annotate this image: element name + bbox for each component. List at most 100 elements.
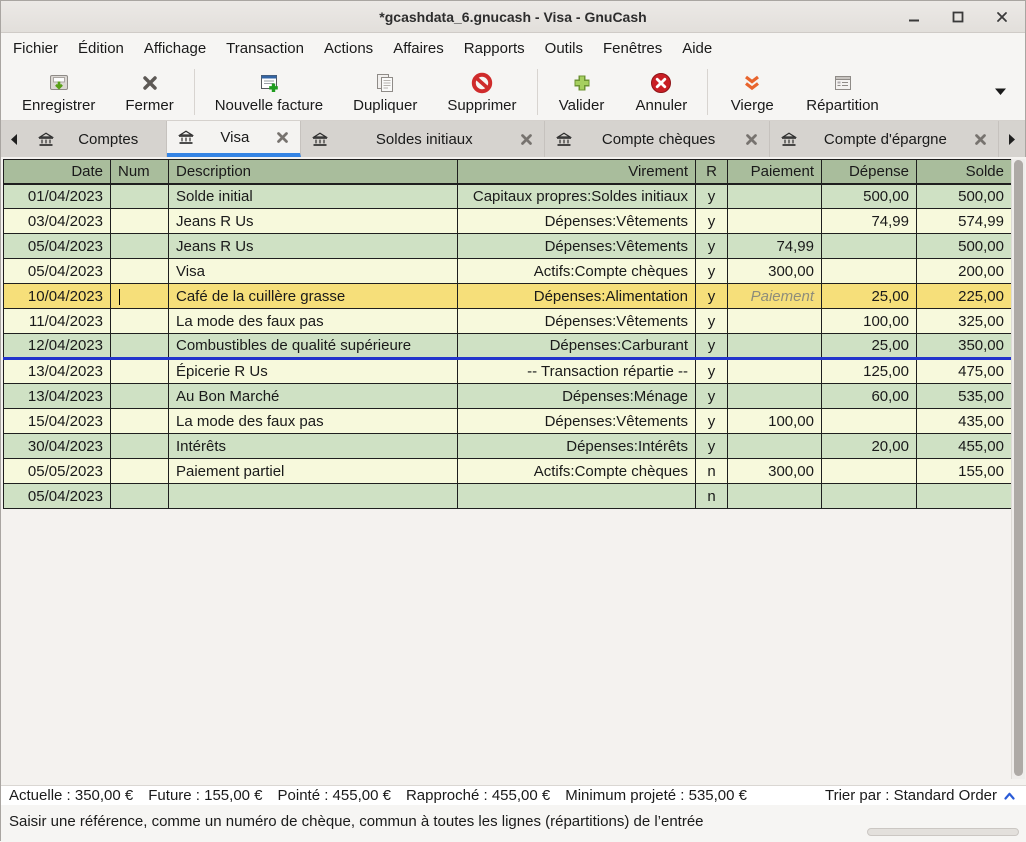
vierge-button[interactable]: Vierge xyxy=(713,67,791,117)
cell-payment[interactable] xyxy=(728,334,822,359)
transaction-row[interactable]: 05/04/2023 n xyxy=(4,484,1012,509)
cell-expense[interactable] xyxy=(822,259,917,284)
cell-date[interactable]: 13/04/2023 xyxy=(4,384,111,409)
tab-visa[interactable]: Visa xyxy=(167,121,302,157)
cell-r[interactable]: y xyxy=(696,284,728,309)
cell-expense[interactable]: 125,00 xyxy=(822,359,917,384)
transaction-row[interactable]: 15/04/2023La mode des faux pasDépenses:V… xyxy=(4,409,1012,434)
cell-expense[interactable] xyxy=(822,484,917,509)
vertical-scrollbar[interactable] xyxy=(1011,159,1025,779)
cell-description[interactable]: Café de la cuillère grasse xyxy=(169,284,458,309)
menu-item-fenetres[interactable]: Fenêtres xyxy=(593,36,672,61)
cell-transfer[interactable]: Dépenses:Alimentation xyxy=(458,284,696,309)
tab-close-icon[interactable] xyxy=(745,133,758,146)
cell-balance[interactable]: 155,00 xyxy=(917,459,1012,484)
fermer-button[interactable]: Fermer xyxy=(110,67,188,117)
cell-r[interactable]: n xyxy=(696,484,728,509)
menu-item-actions[interactable]: Actions xyxy=(314,36,383,61)
transaction-row[interactable]: 05/05/2023 Paiement partielActifs:Compte … xyxy=(4,459,1012,484)
cell-r[interactable]: y xyxy=(696,209,728,234)
cell-payment[interactable] xyxy=(728,484,822,509)
cell-payment[interactable] xyxy=(728,184,822,209)
cell-payment[interactable]: 300,00 xyxy=(728,459,822,484)
cell-date[interactable]: 15/04/2023 xyxy=(4,409,111,434)
cell-balance[interactable]: 535,00 xyxy=(917,384,1012,409)
cell-num[interactable] xyxy=(111,259,169,284)
cell-num[interactable] xyxy=(111,334,169,359)
cell-description[interactable] xyxy=(169,484,458,509)
cell-expense[interactable]: 500,00 xyxy=(822,184,917,209)
cell-balance[interactable]: 225,00 xyxy=(917,284,1012,309)
cell-description[interactable]: La mode des faux pas xyxy=(169,309,458,334)
cell-date[interactable]: 12/04/2023 xyxy=(4,334,111,359)
cell-expense[interactable] xyxy=(822,459,917,484)
cell-transfer[interactable]: Dépenses:Vêtements xyxy=(458,309,696,334)
transaction-row[interactable]: 10/04/2023 Café de la cuillère grasseDépe… xyxy=(4,284,1012,309)
scrollbar-thumb[interactable] xyxy=(1014,160,1023,776)
tab-compte-d-epargne[interactable]: Compte d'épargne xyxy=(770,121,999,157)
menu-item-affaires[interactable]: Affaires xyxy=(383,36,454,61)
sort-order-button[interactable]: Trier par : Standard Order xyxy=(825,787,1019,804)
cell-description[interactable]: Solde initial xyxy=(169,184,458,209)
cell-description[interactable]: Jeans R Us xyxy=(169,234,458,259)
cell-num[interactable] xyxy=(111,409,169,434)
cell-num[interactable] xyxy=(111,359,169,384)
menu-item-aide[interactable]: Aide xyxy=(672,36,722,61)
cell-r[interactable]: y xyxy=(696,334,728,359)
cell-description[interactable]: Intérêts xyxy=(169,434,458,459)
cell-r[interactable]: y xyxy=(696,384,728,409)
cell-transfer[interactable]: -- Transaction répartie -- xyxy=(458,359,696,384)
cell-transfer[interactable]: Dépenses:Intérêts xyxy=(458,434,696,459)
cell-transfer[interactable]: Actifs:Compte chèques xyxy=(458,459,696,484)
cell-r[interactable]: y xyxy=(696,234,728,259)
cell-num[interactable] xyxy=(111,234,169,259)
menu-item-outils[interactable]: Outils xyxy=(535,36,593,61)
cell-expense[interactable]: 74,99 xyxy=(822,209,917,234)
cell-description[interactable]: Visa xyxy=(169,259,458,284)
cell-balance[interactable]: 325,00 xyxy=(917,309,1012,334)
supprimer-button[interactable]: Supprimer xyxy=(432,67,531,117)
menu-item-rapports[interactable]: Rapports xyxy=(454,36,535,61)
cell-date[interactable]: 05/05/2023 xyxy=(4,459,111,484)
cell-description[interactable]: Combustibles de qualité supérieure xyxy=(169,334,458,359)
cell-payment[interactable] xyxy=(728,209,822,234)
cell-transfer[interactable]: Actifs:Compte chèques xyxy=(458,259,696,284)
cell-transfer[interactable] xyxy=(458,484,696,509)
cell-date[interactable]: 05/04/2023 xyxy=(4,484,111,509)
cell-balance[interactable]: 574,99 xyxy=(917,209,1012,234)
cell-num[interactable] xyxy=(111,209,169,234)
cell-r[interactable]: y xyxy=(696,359,728,384)
cell-transfer[interactable]: Dépenses:Ménage xyxy=(458,384,696,409)
cell-date[interactable]: 10/04/2023 xyxy=(4,284,111,309)
transaction-row[interactable]: 03/04/2023 Jeans R UsDépenses:Vêtementsy 7… xyxy=(4,209,1012,234)
cell-num[interactable] xyxy=(111,184,169,209)
cell-expense[interactable]: 25,00 xyxy=(822,284,917,309)
cell-date[interactable]: 13/04/2023 xyxy=(4,359,111,384)
menu-item-transaction[interactable]: Transaction xyxy=(216,36,314,61)
cell-r[interactable]: y xyxy=(696,434,728,459)
annuler-button[interactable]: Annuler xyxy=(621,67,703,117)
cell-expense[interactable]: 25,00 xyxy=(822,334,917,359)
dupliquer-button[interactable]: Dupliquer xyxy=(338,67,432,117)
cell-num[interactable] xyxy=(111,459,169,484)
cell-r[interactable]: y xyxy=(696,259,728,284)
tab-close-icon[interactable] xyxy=(520,133,533,146)
cell-expense[interactable] xyxy=(822,234,917,259)
cell-description[interactable]: Paiement partiel xyxy=(169,459,458,484)
cell-num[interactable] xyxy=(111,284,169,309)
cell-balance[interactable]: 435,00 xyxy=(917,409,1012,434)
transaction-row[interactable]: 13/04/2023Au Bon MarchéDépenses:Ménagey6… xyxy=(4,384,1012,409)
tab-close-icon[interactable] xyxy=(276,131,289,144)
cell-payment[interactable]: Paiement xyxy=(728,284,822,309)
cell-num[interactable] xyxy=(111,484,169,509)
cell-payment[interactable] xyxy=(728,434,822,459)
cell-transfer[interactable]: Dépenses:Vêtements xyxy=(458,209,696,234)
cell-num[interactable] xyxy=(111,434,169,459)
cell-description[interactable]: Jeans R Us xyxy=(169,209,458,234)
cell-date[interactable]: 01/04/2023 xyxy=(4,184,111,209)
cell-balance[interactable]: 455,00 xyxy=(917,434,1012,459)
cell-payment[interactable]: 74,99 xyxy=(728,234,822,259)
cell-date[interactable]: 03/04/2023 xyxy=(4,209,111,234)
cell-r[interactable]: n xyxy=(696,459,728,484)
enregistrer-button[interactable]: Enregistrer xyxy=(7,67,110,117)
